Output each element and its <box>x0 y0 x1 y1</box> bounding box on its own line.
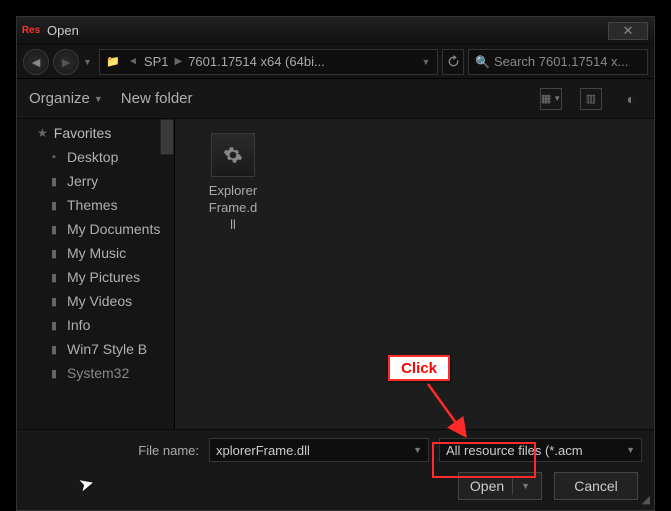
breadcrumb-bar[interactable]: 📁 ◄ SP1 ▶ 7601.17514 x64 (64bi... ▼ <box>99 49 438 75</box>
search-placeholder: Search 7601.17514 x... <box>494 54 628 69</box>
file-list-pane[interactable]: ExplorerFrame.dll <box>175 119 654 429</box>
sidebar-item-info[interactable]: ▮Info <box>17 313 174 337</box>
nav-back-button[interactable]: ◄ <box>23 49 49 75</box>
breadcrumb-item[interactable]: SP1 <box>144 54 169 69</box>
folder-icon: ▪ <box>47 151 61 163</box>
help-button[interactable]: ◐ <box>620 88 642 110</box>
dialog-footer: File name: xplorerFrame.dll ▼ All resour… <box>17 430 654 510</box>
chevron-down-icon[interactable]: ▼ <box>413 445 422 455</box>
folder-icon: ▮ <box>47 295 61 308</box>
breadcrumb-sep: ▶ <box>174 56 182 67</box>
folder-icon: 📁 <box>104 55 122 68</box>
sidebar-item-desktop[interactable]: ▪Desktop <box>17 145 174 169</box>
folder-icon: ▮ <box>47 271 61 284</box>
open-dialog: Res Open ✕ ◄ ► ▼ 📁 ◄ SP1 ▶ 7601.17514 x6… <box>16 16 655 511</box>
refresh-button[interactable] <box>442 49 464 75</box>
file-item[interactable]: ExplorerFrame.dll <box>193 133 273 234</box>
toolbar: Organize▼ New folder ▦ ▼ ▥ ◐ <box>17 79 654 119</box>
app-icon: Res <box>21 21 41 41</box>
window-title: Open <box>47 23 608 38</box>
folder-icon: ▮ <box>47 247 61 260</box>
chevron-down-icon[interactable]: ▼ <box>521 481 530 491</box>
organize-button[interactable]: Organize▼ <box>29 90 103 107</box>
scrollbar-thumb[interactable] <box>160 119 174 155</box>
view-mode-button[interactable]: ▦ ▼ <box>540 88 562 110</box>
sidebar-item-jerry[interactable]: ▮Jerry <box>17 169 174 193</box>
resize-grip[interactable]: ◢ <box>642 493 650 506</box>
filename-input[interactable]: xplorerFrame.dll ▼ <box>209 438 429 462</box>
chevron-down-icon[interactable]: ▼ <box>626 445 635 455</box>
breadcrumb-dropdown[interactable]: ▼ <box>419 57 433 67</box>
cancel-button[interactable]: Cancel <box>554 472 638 500</box>
search-icon: 🔍 <box>475 55 490 69</box>
sidebar-item-themes[interactable]: ▮Themes <box>17 193 174 217</box>
folder-icon: ▮ <box>47 367 61 380</box>
nav-bar: ◄ ► ▼ 📁 ◄ SP1 ▶ 7601.17514 x64 (64bi... … <box>17 45 654 79</box>
sidebar-item-pictures[interactable]: ▮My Pictures <box>17 265 174 289</box>
filename-label: File name: <box>29 443 199 458</box>
folder-icon: ▮ <box>47 343 61 356</box>
sidebar-item-win7[interactable]: ▮Win7 Style B <box>17 337 174 361</box>
dialog-body: ★ Favorites ▪Desktop ▮Jerry ▮Themes ▮My … <box>17 119 654 430</box>
search-input[interactable]: 🔍 Search 7601.17514 x... <box>468 49 648 75</box>
refresh-icon <box>447 55 460 68</box>
nav-forward-button[interactable]: ► <box>53 49 79 75</box>
sidebar-section-favorites[interactable]: ★ Favorites <box>17 119 174 145</box>
nav-history-dropdown[interactable]: ▼ <box>83 57 95 67</box>
sidebar-item-system32[interactable]: ▮System32 <box>17 361 174 385</box>
filetype-select[interactable]: All resource files (*.acm ▼ <box>439 438 642 462</box>
folder-icon: ▮ <box>47 199 61 212</box>
folder-icon: ▮ <box>47 175 61 188</box>
breadcrumb-sep: ◄ <box>128 56 138 67</box>
chevron-down-icon: ▼ <box>94 94 103 104</box>
file-name-label: ExplorerFrame.dll <box>193 183 273 234</box>
annotation-click-label: Click <box>388 355 450 381</box>
folder-icon: ▮ <box>47 319 61 332</box>
close-button[interactable]: ✕ <box>608 22 648 40</box>
new-folder-button[interactable]: New folder <box>121 90 193 107</box>
open-button[interactable]: Open ▼ <box>458 472 542 500</box>
title-bar: Res Open ✕ <box>17 17 654 45</box>
dll-file-icon <box>211 133 255 177</box>
sidebar: ★ Favorites ▪Desktop ▮Jerry ▮Themes ▮My … <box>17 119 175 429</box>
breadcrumb-item[interactable]: 7601.17514 x64 (64bi... <box>188 54 325 69</box>
sidebar-item-music[interactable]: ▮My Music <box>17 241 174 265</box>
preview-pane-button[interactable]: ▥ <box>580 88 602 110</box>
sidebar-item-documents[interactable]: ▮My Documents <box>17 217 174 241</box>
folder-icon: ▮ <box>47 223 61 236</box>
sidebar-item-videos[interactable]: ▮My Videos <box>17 289 174 313</box>
star-icon: ★ <box>37 126 48 140</box>
